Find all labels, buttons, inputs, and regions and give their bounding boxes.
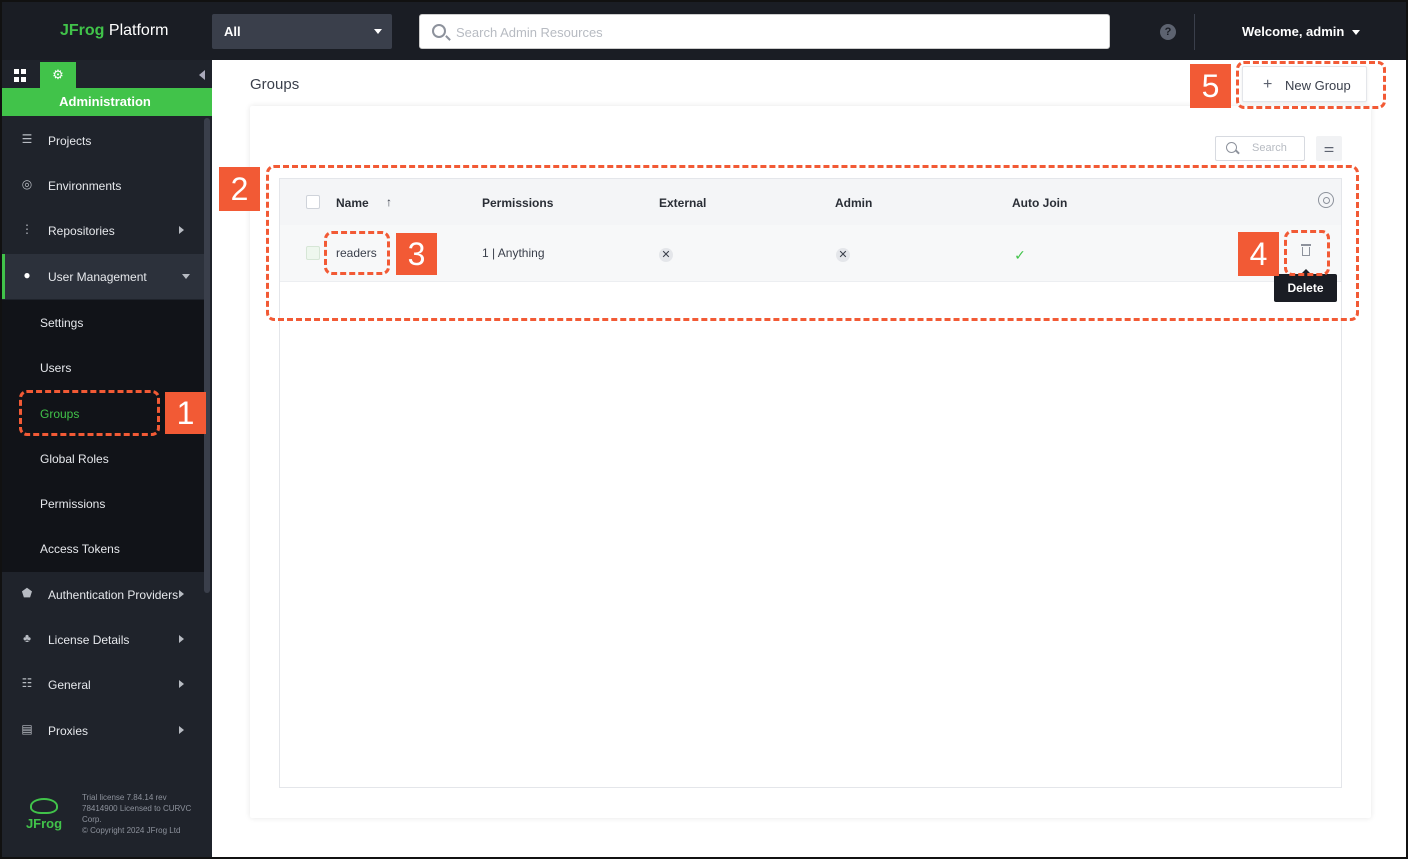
annotation-label-3: 3 — [396, 233, 437, 275]
frog-icon — [30, 798, 58, 814]
sidebar-subitem-settings[interactable]: Settings — [2, 300, 204, 345]
table-search-box[interactable] — [1215, 136, 1305, 161]
scope-value: All — [224, 24, 241, 39]
chevron-right-icon — [179, 726, 184, 734]
sidebar-item-label: Authentication Providers — [48, 588, 179, 602]
user-menu[interactable]: Welcome, admin — [1242, 24, 1361, 39]
sidebar-item-label: Repositories — [48, 224, 115, 238]
sidebar-item-label: License Details — [48, 633, 130, 647]
sidebar-item-projects[interactable]: ☰ Projects — [2, 118, 204, 163]
chevron-right-icon — [179, 226, 184, 234]
sidebar-item-label: Users — [40, 361, 72, 375]
sidebar-subitem-global-roles[interactable]: Global Roles — [2, 436, 204, 481]
help-icon[interactable]: ? — [1160, 24, 1176, 40]
logo-product: Platform — [104, 22, 169, 39]
search-icon — [432, 24, 446, 38]
sidebar-item-environments[interactable]: ◎ Environments — [2, 163, 204, 208]
annotation-label-2: 2 — [219, 167, 260, 211]
sliders-icon: ☷ — [21, 676, 33, 690]
sidebar-item-repositories[interactable]: ⋮ Repositories — [2, 208, 204, 253]
page-title: Groups — [250, 76, 300, 93]
sidebar-item-proxies[interactable]: ▤ Proxies — [2, 708, 204, 753]
repositories-icon: ⋮ — [21, 222, 33, 236]
sidebar-item-label: Permissions — [40, 497, 106, 511]
sidebar-subitem-users[interactable]: Users — [2, 345, 204, 390]
sidebar-subitem-permissions[interactable]: Permissions — [2, 481, 204, 526]
user-icon: ● — [23, 268, 31, 282]
sidebar-subitem-access-tokens[interactable]: Access Tokens — [2, 526, 204, 571]
chevron-right-icon — [179, 680, 184, 688]
footer-logo-text: JFrog — [25, 816, 63, 831]
chevron-right-icon — [179, 635, 184, 643]
welcome-label: Welcome, admin — [1242, 24, 1345, 39]
annotation-box-4 — [1284, 230, 1330, 276]
jfrog-logo[interactable]: JFrog Platform — [60, 22, 168, 40]
sidebar-item-user-management[interactable]: ● User Management — [2, 254, 204, 299]
admin-search-input[interactable] — [456, 23, 1056, 41]
license-info: Trial license 7.84.14 rev 78414900 Licen… — [82, 792, 200, 836]
chevron-down-icon — [1352, 30, 1361, 36]
apps-grid-icon[interactable] — [14, 69, 27, 82]
jfrog-footer-logo: JFrog — [24, 798, 64, 836]
license-icon: ♣ — [23, 631, 31, 645]
sidebar-item-label: Settings — [40, 316, 84, 330]
copyright-text: © Copyright 2024 JFrog Ltd — [82, 826, 181, 835]
sidebar-item-label: Projects — [48, 134, 92, 148]
user-management-submenu: Settings Users Groups Global Roles Permi… — [2, 300, 204, 572]
projects-icon: ☰ — [21, 132, 33, 146]
sidebar-item-label: Access Tokens — [40, 542, 120, 556]
scope-select[interactable]: All — [212, 14, 392, 49]
administration-label: Administration — [2, 88, 212, 116]
divider — [1194, 14, 1195, 50]
search-icon — [1226, 142, 1237, 153]
filter-settings-icon[interactable]: ⚌ — [1316, 136, 1342, 161]
logo-brand: JFrog — [60, 22, 105, 39]
annotation-label-5: 5 — [1190, 64, 1231, 108]
admin-gear-icon[interactable]: ⚙ — [40, 62, 76, 90]
environments-icon: ◎ — [21, 177, 33, 191]
server-icon: ▤ — [21, 722, 33, 736]
chevron-down-icon — [374, 29, 382, 34]
table-search-input[interactable] — [1252, 142, 1302, 154]
annotation-box-3 — [324, 231, 390, 275]
sidebar-item-label: General — [48, 678, 91, 692]
sidebar-scrollbar[interactable] — [204, 118, 210, 593]
annotation-box-1 — [19, 390, 160, 436]
sidebar-item-general[interactable]: ☷ General — [2, 662, 204, 707]
sidebar-item-license-details[interactable]: ♣ License Details — [2, 617, 204, 662]
chevron-down-icon — [182, 274, 190, 279]
chevron-right-icon — [179, 590, 184, 598]
shield-icon: ⬟ — [21, 586, 33, 600]
admin-search-box[interactable] — [419, 14, 1110, 49]
sidebar-item-authentication-providers[interactable]: ⬟ Authentication Providers — [2, 572, 204, 617]
annotation-box-5 — [1236, 61, 1386, 109]
collapse-sidebar-icon[interactable] — [199, 70, 205, 80]
license-text: Trial license 7.84.14 rev 78414900 Licen… — [82, 793, 192, 824]
sidebar-item-label: Proxies — [48, 724, 89, 738]
top-bar: JFrog Platform All ? Welcome, admin — [2, 2, 1406, 60]
sidebar-item-label: Environments — [48, 179, 122, 193]
sidebar: ⚙ Administration ☰ Projects ◎ Environmen… — [2, 60, 212, 857]
app-window: JFrog Platform All ? Welcome, admin ⚙ Ad… — [0, 0, 1408, 859]
sidebar-item-label: Global Roles — [40, 452, 109, 466]
annotation-label-1: 1 — [165, 392, 206, 434]
sidebar-header: ⚙ Administration — [2, 60, 212, 116]
sidebar-item-label: User Management — [48, 270, 147, 284]
annotation-label-4: 4 — [1238, 232, 1279, 276]
